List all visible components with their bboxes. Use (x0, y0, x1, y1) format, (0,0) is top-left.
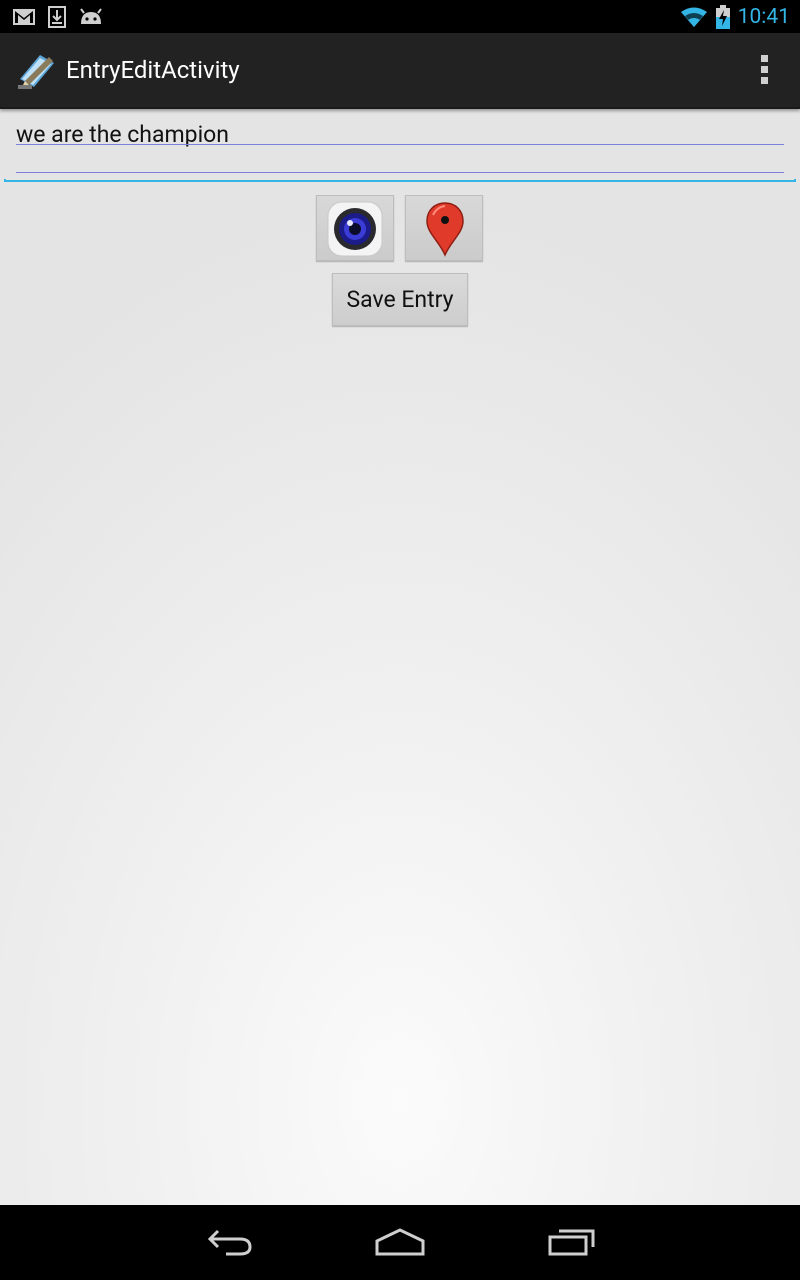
focus-indicator (4, 179, 796, 182)
save-entry-button[interactable]: Save Entry (332, 273, 468, 326)
battery-charging-icon (715, 5, 730, 29)
camera-button[interactable] (316, 195, 394, 261)
status-bar: 10:41 (0, 0, 800, 33)
entry-text-field[interactable]: we are the champion (4, 109, 796, 182)
android-debug-icon (80, 8, 102, 24)
notepad-pencil-icon[interactable] (16, 49, 58, 91)
text-underline-1 (16, 144, 784, 145)
action-bar: EntryEditActivity (0, 33, 800, 109)
gmail-icon (13, 9, 35, 25)
navigation-bar (0, 1205, 800, 1280)
download-icon (48, 6, 66, 28)
page-title: EntryEditActivity (66, 56, 240, 84)
clock: 10:41 (737, 5, 790, 29)
camera-icon (327, 201, 383, 257)
home-icon[interactable] (375, 1227, 425, 1257)
location-button[interactable] (405, 195, 483, 261)
back-icon[interactable] (206, 1227, 254, 1257)
text-underline-2 (16, 172, 784, 173)
recent-apps-icon[interactable] (547, 1227, 597, 1257)
overflow-menu-icon[interactable] (758, 55, 770, 87)
wifi-icon (680, 7, 707, 27)
map-pin-icon (426, 202, 464, 257)
